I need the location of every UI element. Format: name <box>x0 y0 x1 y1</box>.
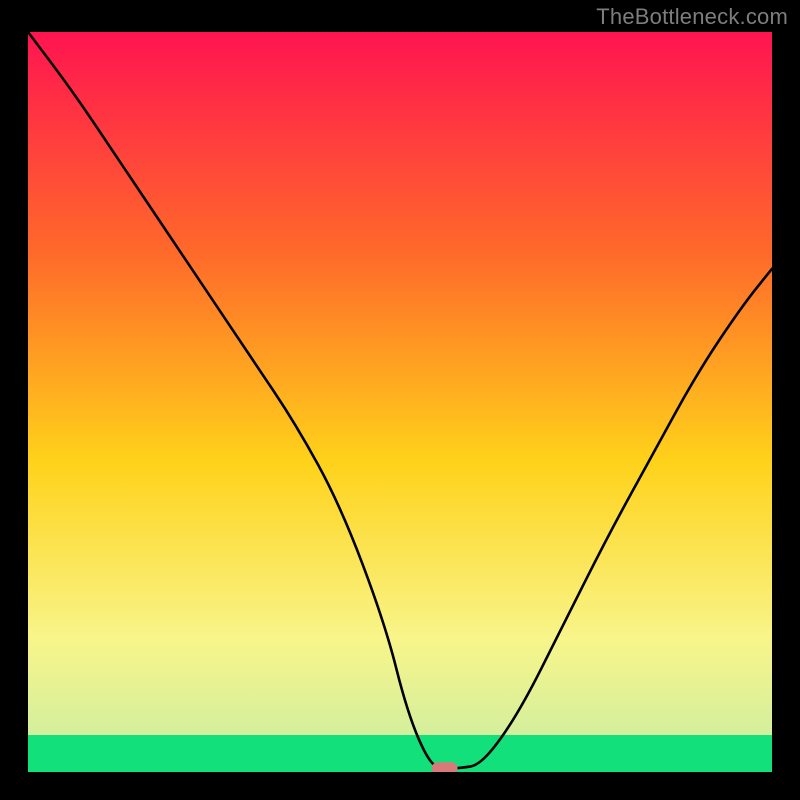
bottleneck-chart <box>28 32 772 772</box>
gradient-background <box>28 32 772 772</box>
attribution-label: TheBottleneck.com <box>596 4 788 30</box>
optimal-marker <box>432 762 458 772</box>
green-band <box>28 735 772 772</box>
